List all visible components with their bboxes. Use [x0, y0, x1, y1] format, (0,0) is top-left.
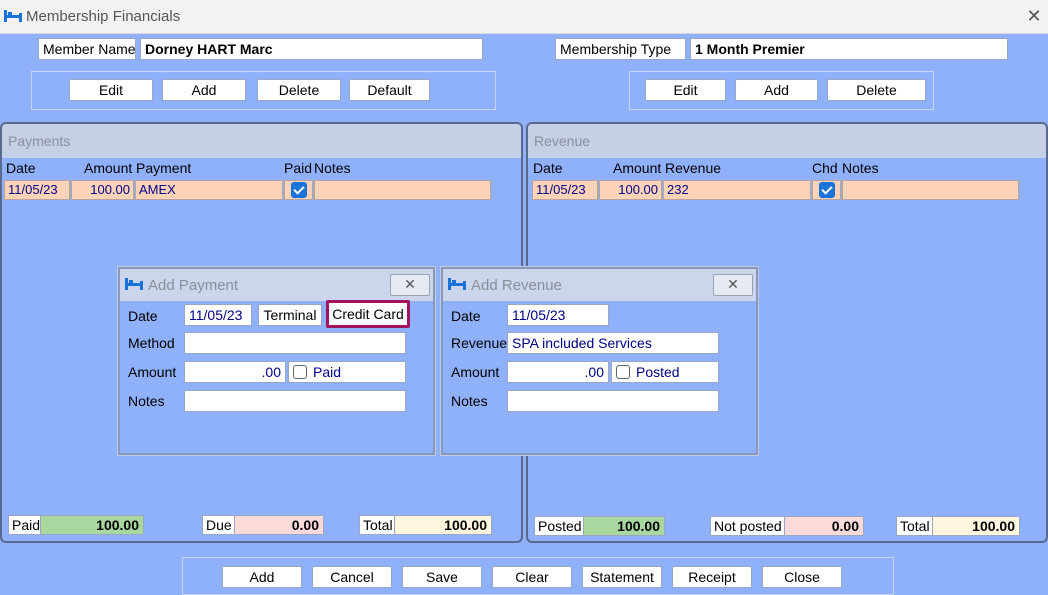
membership-edit-button[interactable]: Edit — [645, 79, 726, 101]
revenue-date-label: Date — [451, 308, 481, 324]
payments-col-date: Date — [6, 160, 36, 176]
membership-type-field[interactable]: 1 Month Premier — [690, 38, 1008, 60]
table-row[interactable]: 11/05/23 100.00 232 — [532, 180, 1019, 200]
title-bar: Membership Financials ✕ — [0, 0, 1048, 34]
revenue-code-cell: 232 — [663, 180, 811, 200]
due-total-value: 0.00 — [234, 515, 324, 535]
add-revenue-header: Add Revenue ✕ — [443, 269, 756, 301]
check-icon[interactable] — [291, 182, 307, 198]
add-payment-title: Add Payment — [148, 277, 239, 294]
payment-date-label: Date — [128, 308, 158, 324]
revenue-amount-input[interactable]: .00 — [507, 361, 609, 383]
posted-checkbox[interactable] — [616, 365, 630, 379]
clear-button[interactable]: Clear — [492, 566, 572, 588]
payments-col-amount: Amount — [84, 160, 133, 176]
revenue-notes-input[interactable] — [507, 390, 719, 412]
revenue-total-label: Total — [896, 516, 934, 536]
add-revenue-title: Add Revenue — [471, 277, 562, 294]
add-button[interactable]: Add — [222, 566, 302, 588]
revenue-date-input[interactable]: 11/05/23 — [507, 304, 609, 326]
close-button[interactable]: Close — [762, 566, 842, 588]
bed-icon — [125, 278, 143, 290]
add-payment-dialog: Add Payment ✕ Date 11/05/23 Terminal Cre… — [118, 267, 435, 455]
revenue-date-cell: 11/05/23 — [532, 180, 598, 200]
member-default-button[interactable]: Default — [349, 79, 430, 101]
payment-method-cell: AMEX — [135, 180, 283, 200]
posted-total-value: 100.00 — [583, 516, 665, 536]
membership-type-label: Membership Type — [555, 38, 686, 60]
revenue-label: Revenue — [451, 335, 508, 351]
revenue-col-chd: Chd — [812, 160, 838, 176]
window-title: Membership Financials — [26, 8, 181, 25]
credit-card-button[interactable]: Credit Card — [326, 300, 410, 328]
method-input[interactable] — [184, 332, 406, 354]
member-add-button[interactable]: Add — [162, 79, 246, 101]
posted-checkbox-label: Posted — [636, 364, 680, 380]
posted-checkbox-field[interactable]: Posted — [611, 361, 719, 383]
payment-paid-cell — [284, 180, 313, 200]
paid-checkbox[interactable] — [293, 365, 307, 379]
add-payment-header: Add Payment ✕ — [120, 269, 433, 301]
member-name-field[interactable]: Dorney HART Marc — [140, 38, 483, 60]
membership-delete-button[interactable]: Delete — [827, 79, 926, 101]
payments-total-label: Total — [359, 515, 397, 535]
revenue-input[interactable]: SPA included Services — [507, 332, 719, 354]
revenue-amount-cell: 100.00 — [599, 180, 662, 200]
not-posted-value: 0.00 — [784, 516, 864, 536]
paid-checkbox-field[interactable]: Paid — [288, 361, 406, 383]
amount-input[interactable]: .00 — [184, 361, 286, 383]
revenue-notes-cell — [842, 180, 1019, 200]
payment-date-cell: 11/05/23 — [4, 180, 70, 200]
check-icon[interactable] — [819, 182, 835, 198]
payments-col-notes: Notes — [314, 160, 351, 176]
close-icon[interactable]: ✕ — [390, 274, 430, 296]
revenue-col-revenue: Revenue — [665, 160, 722, 176]
payments-col-paid: Paid — [284, 160, 313, 176]
revenue-amount-label: Amount — [451, 364, 500, 380]
payments-total-value: 100.00 — [394, 515, 492, 535]
member-name-label: Member Name — [38, 38, 136, 60]
terminal-button[interactable]: Terminal — [258, 304, 322, 326]
member-edit-button[interactable]: Edit — [69, 79, 153, 101]
bed-icon — [448, 278, 466, 290]
table-row[interactable]: 11/05/23 100.00 AMEX — [4, 180, 491, 200]
payment-date-input[interactable]: 11/05/23 — [184, 304, 252, 326]
amount-label: Amount — [128, 364, 177, 380]
cancel-button[interactable]: Cancel — [312, 566, 392, 588]
revenue-title: Revenue — [534, 133, 591, 149]
not-posted-label: Not posted — [710, 516, 786, 536]
bed-icon — [4, 10, 22, 22]
close-icon[interactable]: ✕ — [713, 274, 753, 296]
due-total-label: Due — [202, 515, 236, 535]
membership-add-button[interactable]: Add — [735, 79, 818, 101]
payment-notes-cell — [314, 180, 491, 200]
paid-total-label: Paid — [8, 515, 45, 535]
revenue-col-amount: Amount — [613, 160, 662, 176]
notes-input[interactable] — [184, 390, 406, 412]
revenue-col-date: Date — [533, 160, 563, 176]
posted-total-label: Posted — [534, 516, 586, 536]
paid-total-value: 100.00 — [40, 515, 144, 535]
save-button[interactable]: Save — [402, 566, 482, 588]
revenue-notes-label: Notes — [451, 393, 488, 409]
statement-button[interactable]: Statement — [582, 566, 662, 588]
member-delete-button[interactable]: Delete — [257, 79, 341, 101]
revenue-total-value: 100.00 — [932, 516, 1020, 536]
revenue-chd-cell — [812, 180, 841, 200]
payment-amount-cell: 100.00 — [71, 180, 134, 200]
method-label: Method — [128, 335, 175, 351]
payments-title: Payments — [8, 133, 71, 149]
notes-label: Notes — [128, 393, 165, 409]
payments-col-payment: Payment — [136, 160, 192, 176]
paid-checkbox-label: Paid — [313, 364, 342, 380]
add-revenue-dialog: Add Revenue ✕ Date 11/05/23 Revenue SPA … — [441, 267, 758, 455]
revenue-header: Revenue — [528, 124, 1046, 158]
receipt-button[interactable]: Receipt — [672, 566, 752, 588]
close-icon[interactable]: ✕ — [1024, 6, 1044, 26]
revenue-col-notes: Notes — [842, 160, 879, 176]
payments-header: Payments — [2, 124, 521, 158]
